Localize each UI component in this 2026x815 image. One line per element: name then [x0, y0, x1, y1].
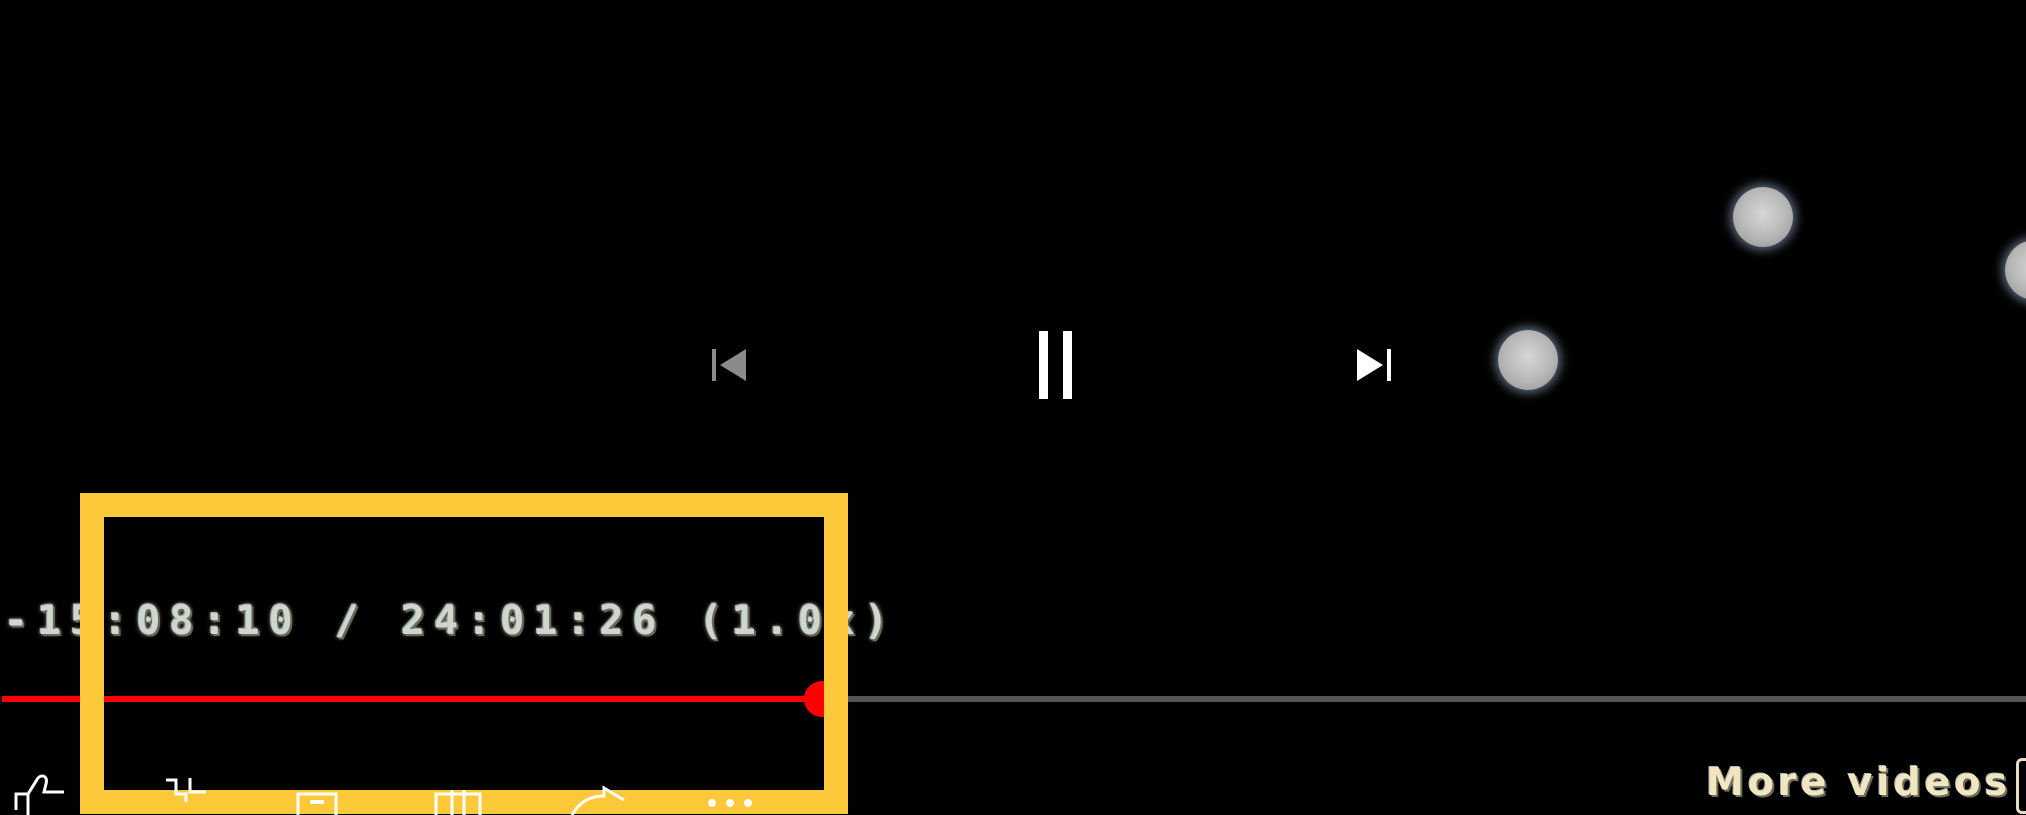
highlight-box — [80, 493, 848, 814]
add-to-playlist-icon — [434, 790, 482, 815]
more-actions-button[interactable] — [700, 770, 770, 815]
more-icon — [708, 799, 752, 807]
dislike-icon — [166, 778, 206, 802]
progress-played — [2, 696, 822, 702]
pause-icon — [1039, 331, 1072, 399]
skip-next-icon — [1357, 349, 1391, 381]
time-readout: -15:08:10 / 24:01:26 (1.0x) — [4, 598, 898, 644]
next-button[interactable] — [1345, 335, 1405, 395]
save-button[interactable] — [290, 770, 360, 815]
bubble-decoration — [1733, 187, 1793, 247]
more-videos-link[interactable]: More videos — [1706, 760, 2011, 804]
dislike-button[interactable] — [150, 770, 220, 815]
share-icon — [570, 785, 625, 815]
previous-button[interactable] — [700, 335, 760, 395]
progress-scrubber[interactable] — [803, 681, 840, 717]
progress-bar[interactable] — [2, 681, 2026, 717]
skip-previous-icon — [712, 349, 746, 381]
bubble-decoration — [2005, 240, 2026, 300]
like-icon — [14, 774, 64, 815]
bubble-decoration — [1498, 330, 1558, 390]
share-button[interactable] — [568, 770, 638, 815]
more-videos-icon[interactable] — [2016, 758, 2026, 814]
video-player[interactable]: -15:08:10 / 24:01:26 (1.0x) More videos — [0, 0, 2026, 815]
pause-button[interactable] — [1015, 325, 1095, 405]
save-icon — [296, 792, 338, 815]
add-to-playlist-button[interactable] — [430, 770, 500, 815]
like-button[interactable] — [8, 770, 78, 815]
